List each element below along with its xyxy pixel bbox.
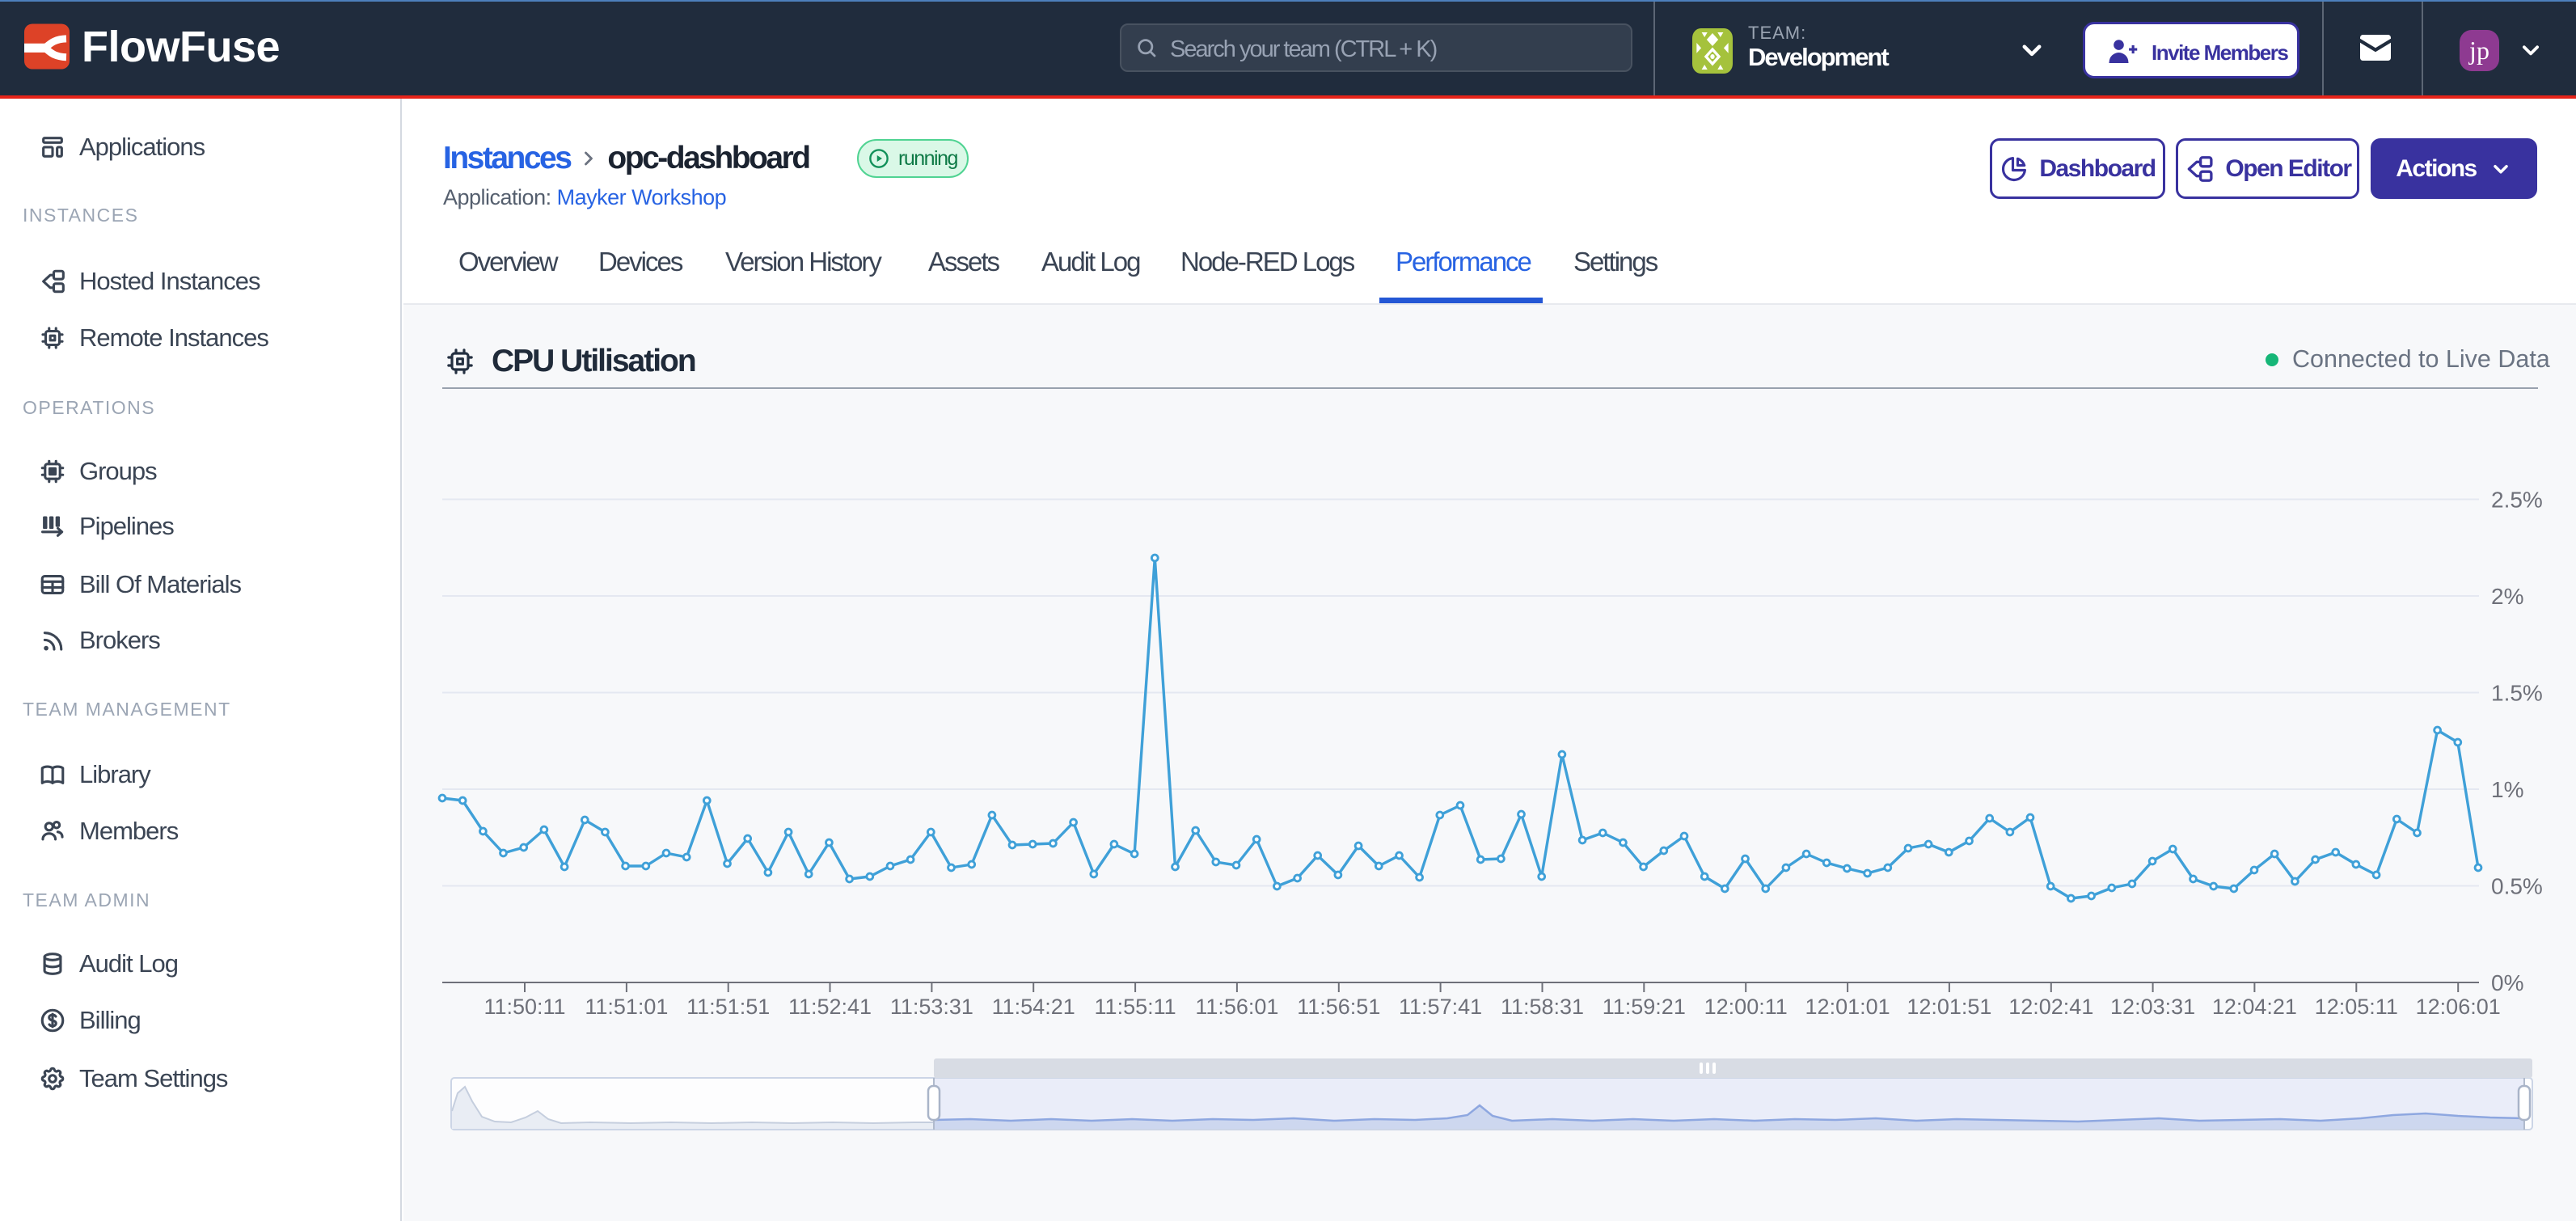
svg-text:0.5%: 0.5% xyxy=(2491,874,2543,899)
svg-text:12:01:51: 12:01:51 xyxy=(1907,995,1991,1019)
svg-text:11:51:01: 11:51:01 xyxy=(585,995,668,1019)
svg-text:11:51:51: 11:51:51 xyxy=(686,995,770,1019)
svg-text:11:53:31: 11:53:31 xyxy=(890,995,973,1019)
svg-text:12:03:31: 12:03:31 xyxy=(2110,995,2195,1019)
svg-text:11:55:11: 11:55:11 xyxy=(1095,995,1176,1019)
svg-text:12:05:11: 12:05:11 xyxy=(2315,995,2398,1019)
svg-text:0%: 0% xyxy=(2491,970,2523,995)
svg-text:12:00:11: 12:00:11 xyxy=(1704,995,1788,1019)
svg-text:11:52:41: 11:52:41 xyxy=(788,995,872,1019)
svg-text:2%: 2% xyxy=(2491,584,2523,609)
svg-text:12:04:21: 12:04:21 xyxy=(2212,995,2297,1019)
svg-text:11:54:21: 11:54:21 xyxy=(992,995,1075,1019)
svg-text:11:58:31: 11:58:31 xyxy=(1501,995,1584,1019)
svg-text:1%: 1% xyxy=(2491,777,2523,802)
svg-text:11:50:11: 11:50:11 xyxy=(484,995,565,1019)
svg-text:11:56:51: 11:56:51 xyxy=(1297,995,1380,1019)
svg-text:11:59:21: 11:59:21 xyxy=(1603,995,1686,1019)
svg-text:2.5%: 2.5% xyxy=(2491,488,2543,513)
svg-text:12:01:01: 12:01:01 xyxy=(1805,995,1890,1019)
svg-text:11:57:41: 11:57:41 xyxy=(1399,995,1482,1019)
svg-text:11:56:01: 11:56:01 xyxy=(1195,995,1278,1019)
svg-text:1.5%: 1.5% xyxy=(2491,681,2543,706)
svg-text:12:06:01: 12:06:01 xyxy=(2416,995,2501,1019)
svg-text:12:02:41: 12:02:41 xyxy=(2008,995,2093,1019)
